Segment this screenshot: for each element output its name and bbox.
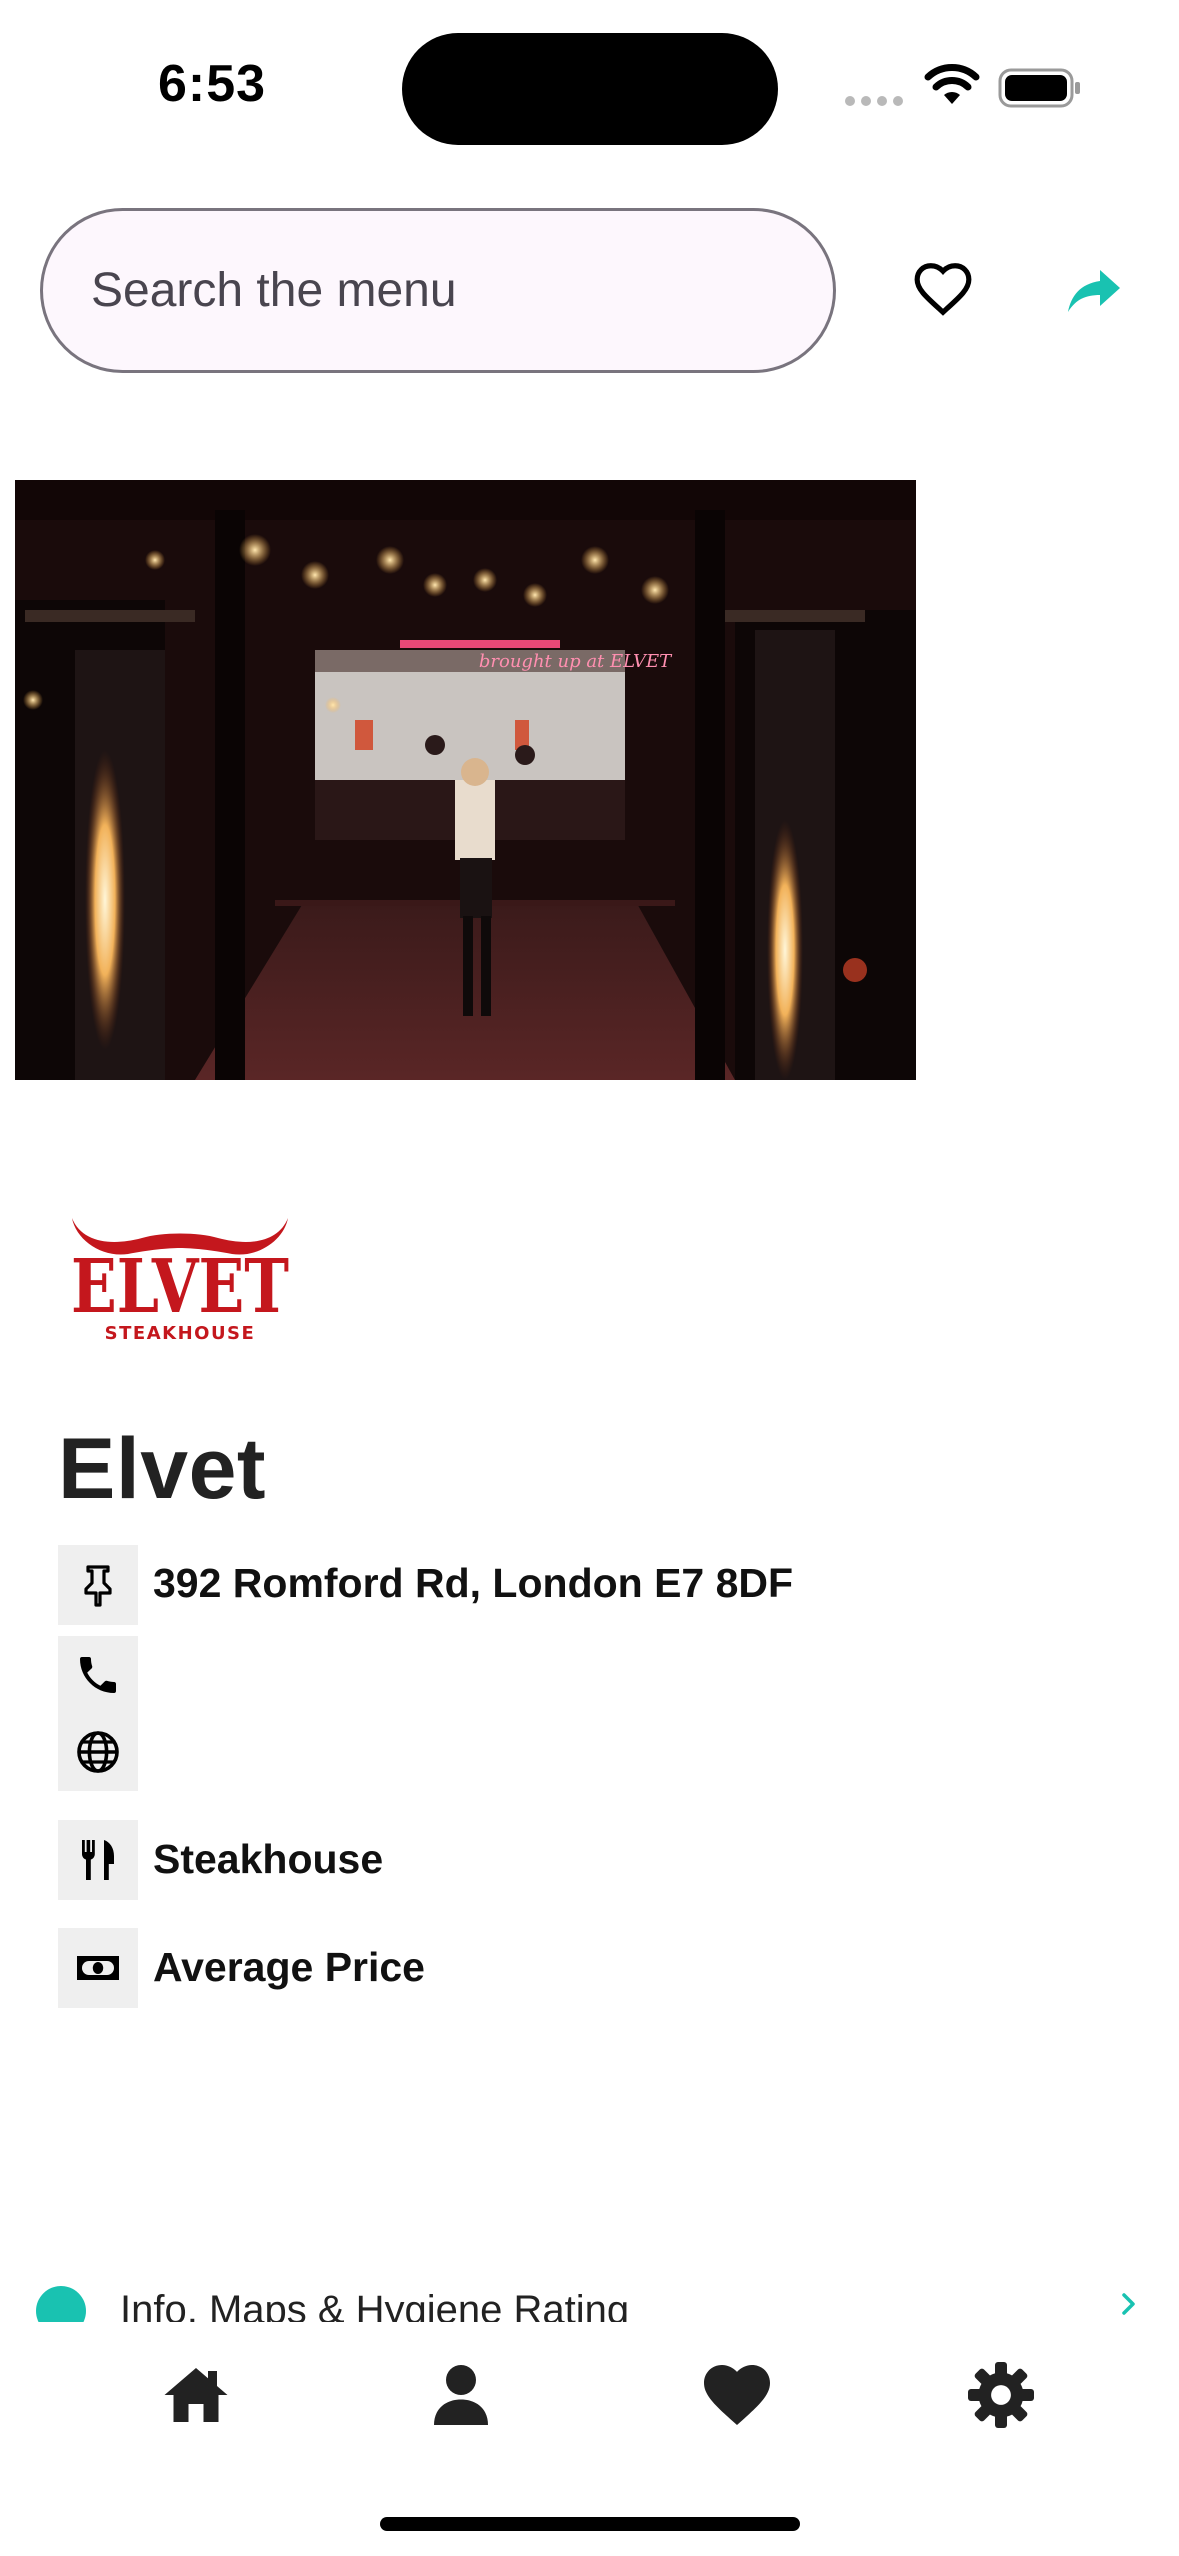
- restaurant-price: Average Price: [153, 1944, 425, 1990]
- battery-icon: [998, 68, 1080, 108]
- heart-icon: [704, 2365, 770, 2425]
- status-time: 6:53: [158, 55, 267, 113]
- elvet-logo: ELVET STEAKHOUSE: [71, 1218, 289, 1344]
- gear-icon: [968, 2362, 1034, 2428]
- tab-favorites[interactable]: [697, 2355, 777, 2435]
- home-indicator[interactable]: [380, 2517, 800, 2531]
- restaurant-photo: brought up at ELVET: [15, 480, 916, 1080]
- wifi-icon: [924, 64, 980, 104]
- pin-icon: [84, 1565, 112, 1607]
- home-icon: [164, 2368, 228, 2422]
- cutlery-icon-box: [58, 1820, 138, 1900]
- cash-icon: [77, 1956, 119, 1980]
- info-maps-hygiene-link[interactable]: Info, Maps & Hygiene Rating: [0, 2280, 1179, 2322]
- tab-profile[interactable]: [421, 2355, 501, 2435]
- restaurant-address[interactable]: 392 Romford Rd, London E7 8DF: [153, 1560, 793, 1607]
- tab-home[interactable]: [156, 2355, 236, 2435]
- logo-subtext: STEAKHOUSE: [105, 1323, 256, 1344]
- tab-bar: [0, 2325, 1179, 2556]
- logo-wordmark: ELVET: [71, 1244, 289, 1330]
- search-placeholder: Search the menu: [91, 264, 457, 317]
- cellular-signal-icon: [845, 93, 907, 109]
- restaurant-name: Elvet: [58, 1421, 267, 1517]
- contact-icons-box: [58, 1636, 138, 1791]
- restaurant-cuisine: Steakhouse: [153, 1836, 384, 1882]
- search-input[interactable]: Search the menu: [40, 208, 836, 373]
- dynamic-island: [402, 33, 778, 145]
- cash-icon-box: [58, 1928, 138, 2008]
- info-link-label: Info, Maps & Hygiene Rating: [120, 2288, 630, 2322]
- phone-icon[interactable]: [74, 1651, 122, 1699]
- tab-settings[interactable]: [961, 2355, 1041, 2435]
- share-icon[interactable]: [1066, 266, 1122, 316]
- person-icon: [434, 2365, 488, 2425]
- cutlery-icon: [82, 1840, 114, 1880]
- globe-icon[interactable]: [74, 1728, 122, 1776]
- favorite-heart-icon[interactable]: [912, 258, 974, 320]
- chevron-right-icon[interactable]: [1118, 2290, 1140, 2318]
- info-icon: [36, 2286, 86, 2322]
- hero-neon-sign: brought up at ELVET: [479, 651, 673, 672]
- pin-icon-box: [58, 1545, 138, 1625]
